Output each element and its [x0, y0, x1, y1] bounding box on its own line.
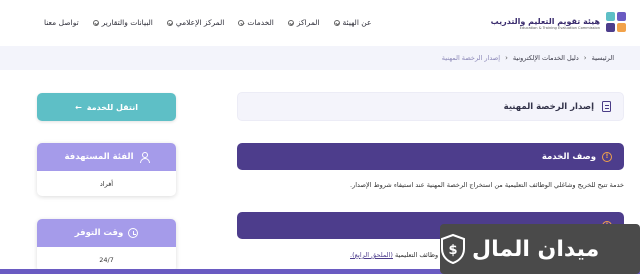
- logo-arabic-text: هيئة تقويم التعليم والتدريب: [490, 16, 600, 26]
- etec-logo[interactable]: هيئة تقويم التعليم والتدريب Education & …: [491, 12, 626, 34]
- target-audience-value: أفراد: [99, 179, 114, 188]
- nav-item-about[interactable]: عن الهيئة: [333, 18, 372, 27]
- breadcrumb-home[interactable]: الرئيسية: [592, 54, 614, 62]
- chevron-down-icon: [92, 19, 99, 26]
- nav-item-label: عن الهيئة: [342, 18, 372, 27]
- clock-icon: [128, 228, 139, 238]
- nav-item-label: المركز الإعلامي: [175, 18, 225, 27]
- watermark-overlay: ميدان المال $: [440, 224, 640, 274]
- site-header: هيئة تقويم التعليم والتدريب Education & …: [0, 0, 640, 46]
- service-title-card: إصدار الرخصة المهنية: [237, 92, 624, 121]
- availability-title: وقت التوفر: [74, 228, 124, 238]
- description-text: خدمة تتيح للخريج وشاغلي الوظائف التعليمي…: [350, 181, 624, 189]
- target-audience-header: الفئة المستهدفة: [37, 143, 176, 171]
- dollar-shield-icon: $: [440, 233, 466, 265]
- breadcrumb: الرئيسية ‹ دليل الخدمات الإلكترونية ‹ إص…: [442, 54, 614, 62]
- breadcrumb-current: إصدار الرخصة المهنية: [441, 54, 501, 62]
- breadcrumb-separator-icon: ‹: [583, 54, 587, 62]
- nav-item-label: المراكز: [296, 18, 320, 27]
- go-to-service-button[interactable]: انتقل للخدمة ←: [37, 93, 176, 121]
- chevron-down-icon: [333, 19, 340, 26]
- description-section-header: ! وصف الخدمة: [237, 143, 624, 170]
- logo-english-text: Education & Training Evaluation Commissi…: [519, 25, 600, 30]
- target-audience-title: الفئة المستهدفة: [64, 152, 134, 162]
- availability-header: وقت التوفر: [37, 219, 176, 247]
- appendix-link[interactable]: (الملحق الرابع).: [350, 251, 393, 259]
- target-audience-card: الفئة المستهدفة أفراد: [37, 143, 176, 196]
- breadcrumb-services-guide[interactable]: دليل الخدمات الإلكترونية: [513, 54, 579, 62]
- nav-item-media-center[interactable]: المركز الإعلامي: [166, 18, 225, 27]
- watermark-text: ميدان المال: [472, 236, 600, 262]
- nav-item-label: الخدمات: [247, 18, 274, 27]
- document-icon: [602, 101, 611, 112]
- nav-item-data-reports[interactable]: البيانات والتقارير: [92, 18, 153, 27]
- page-title: إصدار الرخصة المهنية: [503, 101, 594, 112]
- breadcrumb-separator-icon: ‹: [505, 54, 508, 62]
- go-to-service-label: انتقل للخدمة: [86, 102, 138, 112]
- description-title: وصف الخدمة: [541, 151, 596, 162]
- nav-item-label: البيانات والتقارير: [101, 18, 153, 27]
- arrow-left-icon: ←: [75, 102, 82, 112]
- conditions-text-prefix: وظائف التعليمية: [395, 251, 439, 259]
- conditions-text: وظائف التعليمية (الملحق الرابع).: [350, 251, 438, 259]
- availability-card: وقت التوفر 24/7: [37, 219, 176, 272]
- nav-item-services[interactable]: الخدمات: [238, 18, 274, 27]
- nav-item-contact[interactable]: تواصل معنا: [44, 18, 79, 27]
- nav-item-label: تواصل معنا: [44, 18, 79, 27]
- user-icon: [139, 152, 150, 163]
- svg-text:$: $: [448, 243, 457, 258]
- nav-item-centers[interactable]: المراكز: [287, 18, 320, 27]
- info-icon: !: [602, 151, 612, 162]
- main-nav: عن الهيئة المراكز الخدمات المركز الإعلام…: [44, 18, 371, 27]
- logo-mark-icon: [604, 12, 626, 34]
- chevron-down-icon: [287, 19, 294, 26]
- chevron-down-icon: [238, 19, 245, 26]
- breadcrumb-bar: الرئيسية ‹ دليل الخدمات الإلكترونية ‹ إص…: [0, 46, 640, 70]
- chevron-down-icon: [166, 19, 173, 26]
